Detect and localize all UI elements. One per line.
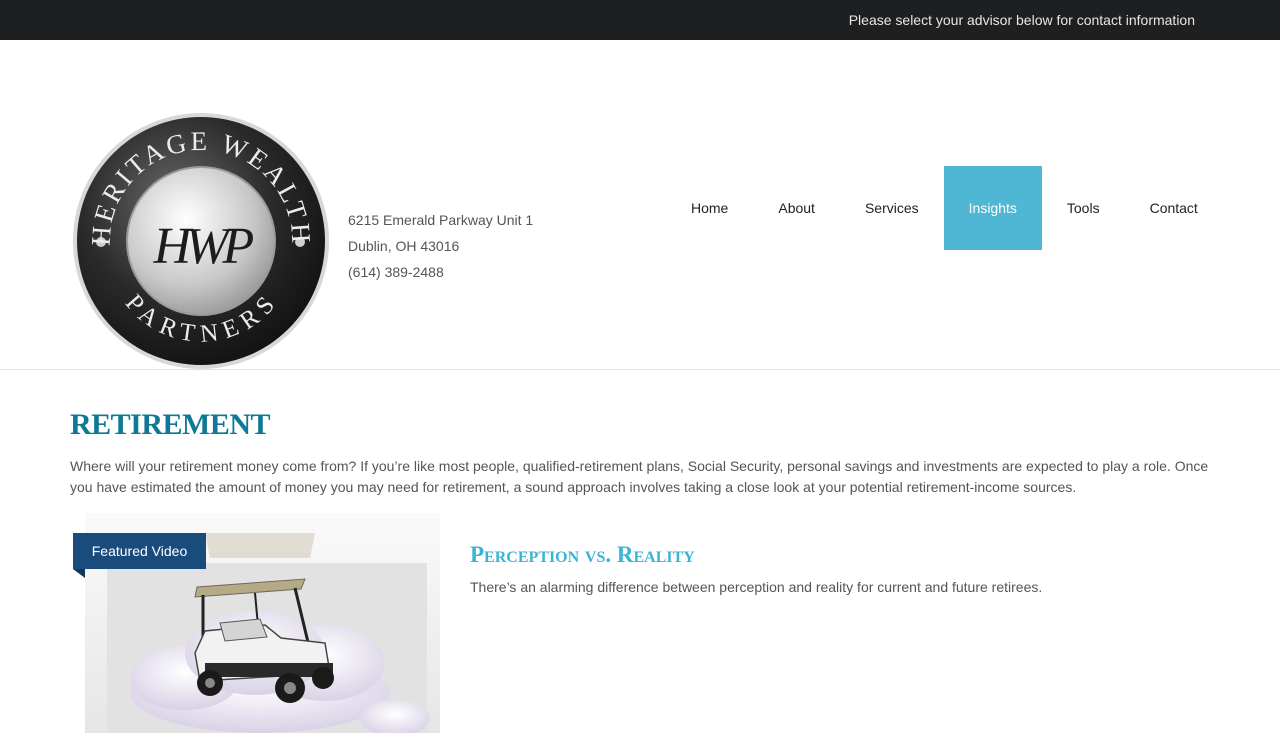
address-street: 6215 Emerald Parkway Unit 1 xyxy=(348,212,534,228)
badge-fold-decoration xyxy=(73,569,85,578)
site-header: HERITAGE WEALTH PARTNERS HWP 6215 Emeral… xyxy=(0,40,1280,370)
nav-item-services[interactable]: Services xyxy=(840,166,944,250)
nav-item-about[interactable]: About xyxy=(753,166,840,250)
featured-video-badge: Featured Video xyxy=(73,533,206,569)
featured-video-description: There’s an alarming difference between p… xyxy=(470,579,1043,595)
page-title: RETIREMENT xyxy=(70,408,271,441)
office-address: 6215 Emerald Parkway Unit 1 Dublin, OH 4… xyxy=(348,207,533,285)
address-city: Dublin, OH 43016 xyxy=(348,238,460,254)
address-phone[interactable]: (614) 389-2488 xyxy=(348,259,533,285)
nav-item-insights[interactable]: Insights xyxy=(943,166,1042,250)
nav-item-contact[interactable]: Contact xyxy=(1125,166,1223,250)
main-navigation: Home About Services Insights Tools Conta… xyxy=(666,166,1223,250)
nav-item-home[interactable]: Home xyxy=(666,166,753,250)
svg-text:HWP: HWP xyxy=(153,218,254,275)
nav-item-tools[interactable]: Tools xyxy=(1042,166,1125,250)
top-bar: Please select your advisor below for con… xyxy=(0,0,1280,40)
intro-paragraph: Where will your retirement money come fr… xyxy=(70,458,1209,495)
advisor-contact-message: Please select your advisor below for con… xyxy=(848,12,1195,28)
featured-video-title[interactable]: Perception vs. Reality xyxy=(470,542,695,568)
heritage-wealth-partners-logo[interactable]: HERITAGE WEALTH PARTNERS HWP xyxy=(72,111,330,371)
